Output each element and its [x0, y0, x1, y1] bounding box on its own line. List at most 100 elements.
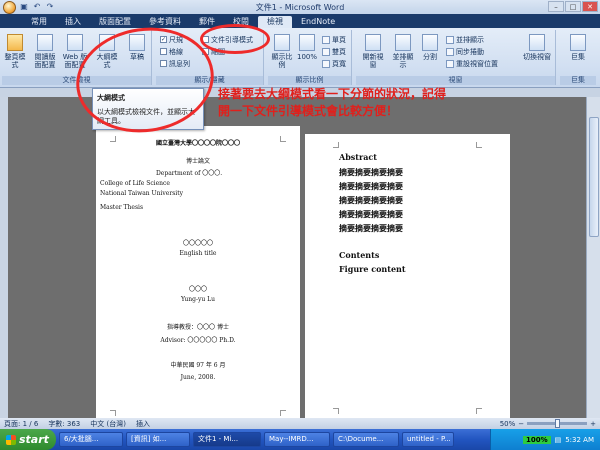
web-layout-icon: [67, 34, 83, 51]
split-label: 分割: [423, 53, 437, 61]
scroll-thumb[interactable]: [589, 117, 599, 237]
two-pages-button[interactable]: 雙頁: [322, 47, 346, 56]
tab-references[interactable]: 參考資料: [140, 16, 190, 28]
reading-layout-icon: [37, 34, 53, 51]
network-icon[interactable]: ▤: [555, 436, 562, 444]
annotation-text: 接著要去大綱模式看一下分節的狀況，記得開一下文件引導模式會比較方便！: [218, 87, 447, 118]
tab-home[interactable]: 常用: [22, 16, 56, 28]
tab-page-layout[interactable]: 版面配置: [90, 16, 140, 28]
advisor-english-line: Advisor: 〇〇〇〇〇 Ph.D.: [160, 337, 236, 344]
battery-indicator[interactable]: 100%: [522, 435, 551, 444]
reset-window-label: 重設視窗位置: [456, 59, 498, 68]
vertical-ruler: [0, 97, 8, 418]
margin-corner: [476, 142, 482, 148]
zoom-100-button[interactable]: 100%: [296, 34, 318, 61]
department-line: Department of 〇〇〇.: [156, 170, 223, 177]
print-layout-button[interactable]: 整頁模式: [4, 34, 26, 69]
full-screen-reading-button[interactable]: 閱讀版面配置: [32, 34, 58, 69]
tab-endnote[interactable]: EndNote: [292, 16, 344, 28]
macros-group-label: 巨集: [560, 76, 596, 85]
chinese-title-line: 〇〇〇〇〇: [182, 240, 213, 247]
taskbar-item[interactable]: untitled - P...: [402, 432, 454, 447]
date-english-line: June, 2008.: [180, 374, 216, 381]
view-side-by-side-button[interactable]: 並排顯示: [446, 35, 484, 44]
window-title: 文件1 - Microsoft Word: [255, 2, 345, 12]
page-width-button[interactable]: 頁寬: [322, 59, 346, 68]
sync-scrolling-button[interactable]: 同步捲動: [446, 47, 484, 56]
language-indicator[interactable]: 中文 (台灣): [90, 419, 126, 429]
document-area: [0, 97, 600, 418]
vertical-scrollbar[interactable]: [586, 97, 600, 418]
date-chinese-line: 中華民國 97 年 6 月: [170, 362, 226, 369]
university-en-line: National Taiwan University: [100, 190, 184, 197]
magnifier-icon: [274, 34, 290, 51]
page-count[interactable]: 頁面: 1 / 6: [4, 419, 38, 429]
zoom-slider[interactable]: [527, 419, 588, 428]
taskbar: start 6/大批腦... [資訊] 如... 文件1 - Mi... May…: [0, 429, 600, 450]
new-window-button[interactable]: 開新視窗: [360, 34, 386, 69]
abstract-line: 摘要摘要摘要摘要: [339, 223, 403, 233]
sync-scrolling-label: 同步捲動: [456, 47, 484, 56]
tab-insert[interactable]: 插入: [56, 16, 90, 28]
annotation-circle-document-map: [200, 24, 270, 54]
word-count[interactable]: 字數: 363: [48, 419, 80, 429]
minimize-button[interactable]: –: [548, 1, 564, 12]
insert-mode-indicator[interactable]: 插入: [136, 419, 150, 429]
arrange-all-icon: [395, 34, 411, 51]
zoom-label: 顯示比例: [271, 53, 293, 69]
start-button[interactable]: start: [0, 429, 56, 450]
window-group-label: 視窗: [356, 76, 555, 85]
reset-window-button[interactable]: 重設視窗位置: [446, 59, 498, 68]
zoom-slider-knob[interactable]: [555, 419, 561, 428]
arrange-all-button[interactable]: 並排顯示: [390, 34, 416, 69]
abstract-line: 摘要摘要摘要摘要: [339, 167, 403, 177]
contents-heading: Contents: [339, 250, 380, 260]
macros-button[interactable]: 巨集: [567, 34, 589, 61]
zoom-button[interactable]: 顯示比例: [270, 34, 294, 69]
split-button[interactable]: 分割: [420, 34, 440, 61]
abstract-heading: Abstract: [339, 152, 377, 162]
page-1[interactable]: 國立臺灣大學〇〇〇〇院〇〇〇 博士論文 Department of 〇〇〇. C…: [96, 134, 300, 418]
zoom-group-label: 顯示比例: [268, 76, 351, 85]
zoom-out-icon[interactable]: −: [518, 420, 524, 428]
english-title-line: English title: [179, 250, 217, 257]
new-window-icon: [365, 34, 381, 51]
print-layout-icon: [7, 34, 23, 51]
side-by-side-icon: [446, 35, 454, 44]
taskbar-item-word[interactable]: 文件1 - Mi...: [193, 432, 261, 447]
zoom-group: 顯示比例 100% 單頁 雙頁 頁寬 顯示比例: [268, 30, 352, 85]
reading-layout-label: 閱讀版面配置: [34, 53, 56, 69]
zoom-in-icon[interactable]: +: [590, 420, 596, 428]
author-english-line: Yung-yu Lu: [180, 296, 216, 303]
university-line: 國立臺灣大學〇〇〇〇院〇〇〇: [155, 140, 240, 147]
split-icon: [422, 34, 438, 51]
status-bar: 頁面: 1 / 6 字數: 363 中文 (台灣) 插入 50% − +: [0, 418, 600, 429]
ribbon-tabs: 常用 插入 版面配置 參考資料 郵件 校閱 檢視 EndNote: [0, 14, 600, 28]
college-line: College of Life Science: [100, 180, 170, 187]
one-page-button[interactable]: 單頁: [322, 35, 346, 44]
arrange-all-label: 並排顯示: [392, 53, 414, 69]
tab-view[interactable]: 檢視: [258, 16, 292, 28]
margin-corner: [333, 142, 339, 148]
two-pages-icon: [322, 47, 330, 56]
title-bar: ▣ ↶ ↷ 文件1 - Microsoft Word – □ ✕: [0, 0, 600, 14]
switch-windows-label: 切換視窗: [523, 53, 551, 61]
macros-icon: [570, 34, 586, 51]
page-width-label: 頁寬: [332, 59, 346, 68]
close-button[interactable]: ✕: [582, 1, 598, 12]
two-pages-label: 雙頁: [332, 47, 346, 56]
taskbar-item[interactable]: [資訊] 如...: [126, 432, 190, 447]
zoom-100-icon: [299, 34, 315, 51]
maximize-button[interactable]: □: [565, 1, 581, 12]
zoom-level[interactable]: 50%: [500, 420, 516, 428]
page-2[interactable]: Abstract 摘要摘要摘要摘要 摘要摘要摘要摘要 摘要摘要摘要摘要 摘要摘要…: [305, 134, 510, 418]
switch-windows-icon: [529, 34, 545, 51]
advisor-chinese-line: 指導教授：〇〇〇 博士: [167, 324, 229, 331]
system-tray: 100% ▤ 5:32 AM: [490, 429, 600, 450]
taskbar-item[interactable]: May--IMRD...: [264, 432, 330, 447]
thesis-type-line: Master Thesis: [100, 204, 144, 211]
abstract-line: 摘要摘要摘要摘要: [339, 181, 403, 191]
taskbar-item[interactable]: C:\Docume...: [333, 432, 399, 447]
switch-windows-button[interactable]: 切換視窗: [522, 34, 552, 61]
taskbar-item[interactable]: 6/大批腦...: [59, 432, 123, 447]
